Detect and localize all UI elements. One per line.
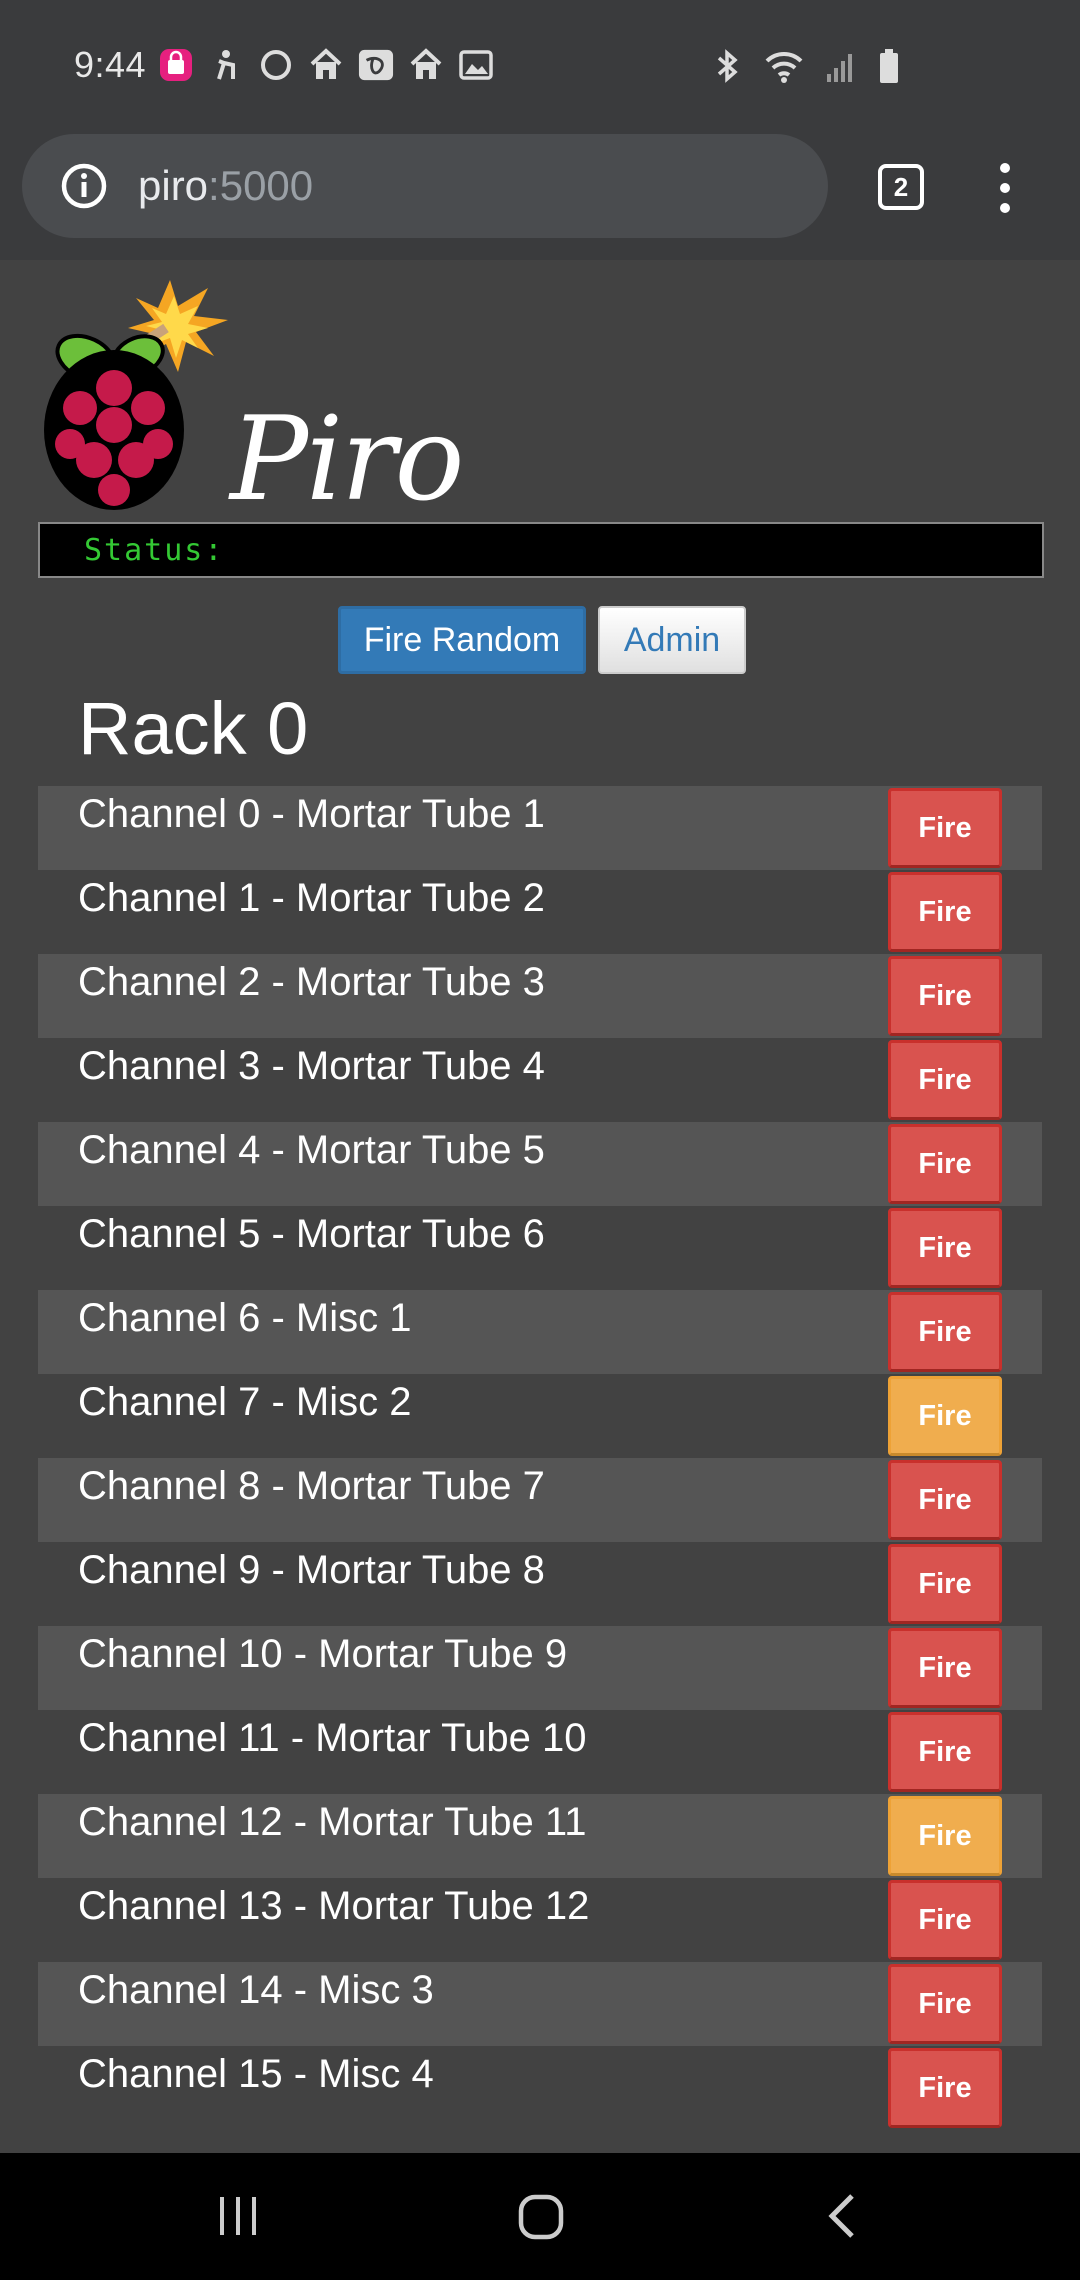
signal-icon [826,50,856,86]
channel-row: Channel 7 - Misc 2 Fire [38,1374,1042,1458]
browser-toolbar: piro:5000 2 [0,130,1080,260]
channel-label: Channel 13 - Mortar Tube 12 [78,1884,590,1928]
status-display: Status: [38,522,1044,578]
channel-label: Channel 0 - Mortar Tube 1 [78,792,545,836]
channel-label: Channel 8 - Mortar Tube 7 [78,1464,545,1508]
url-port: :5000 [208,162,314,209]
channel-label: Channel 2 - Mortar Tube 3 [78,960,545,1004]
fire-button[interactable]: Fire [888,1040,1002,1120]
disney-plus-icon [358,47,394,83]
fire-button[interactable]: Fire [888,1964,1002,2044]
channel-label: Channel 10 - Mortar Tube 9 [78,1632,568,1676]
fire-button[interactable]: Fire [888,1712,1002,1792]
url-host: piro [138,162,209,209]
address-bar[interactable]: piro:5000 [22,134,828,238]
back-icon[interactable] [822,2191,862,2241]
channel-row: Channel 12 - Mortar Tube 11 Fire [38,1794,1042,1878]
channel-row: Channel 3 - Mortar Tube 4 Fire [38,1038,1042,1122]
home-icon [408,47,444,83]
fire-button[interactable]: Fire [888,1796,1002,1876]
channel-row: Channel 13 - Mortar Tube 12 Fire [38,1878,1042,1962]
status-bar: 9:44 [0,0,1080,130]
image-icon [458,47,494,83]
channel-row: Channel 11 - Mortar Tube 10 Fire [38,1710,1042,1794]
fire-button[interactable]: Fire [888,1880,1002,1960]
home-icon [308,47,344,83]
fire-random-button[interactable]: Fire Random [338,606,586,674]
battery-icon [878,48,900,88]
channel-list: Channel 0 - Mortar Tube 1 Fire Channel 1 -… [38,786,1042,2130]
tab-switcher-button[interactable]: 2 [878,164,924,210]
more-menu-icon[interactable] [990,160,1020,216]
channel-row: Channel 5 - Mortar Tube 6 Fire [38,1206,1042,1290]
navigation-bar [0,2153,1080,2280]
fire-button[interactable]: Fire [888,1208,1002,1288]
fire-button[interactable]: Fire [888,872,1002,952]
clock: 9:44 [74,44,147,85]
info-icon[interactable] [60,162,108,210]
channel-row: Channel 2 - Mortar Tube 3 Fire [38,954,1042,1038]
rack-title: Rack 0 [78,687,309,770]
channel-row: Channel 9 - Mortar Tube 8 Fire [38,1542,1042,1626]
channel-label: Channel 3 - Mortar Tube 4 [78,1044,545,1088]
channel-label: Channel 15 - Misc 4 [78,2052,434,2096]
channel-label: Channel 12 - Mortar Tube 11 [78,1800,587,1844]
fire-button[interactable]: Fire [888,1544,1002,1624]
notification-icons [158,47,494,83]
fire-button[interactable]: Fire [888,2048,1002,2128]
circle-icon [258,47,294,83]
channel-row: Channel 4 - Mortar Tube 5 Fire [38,1122,1042,1206]
channel-row: Channel 14 - Misc 3 Fire [38,1962,1042,2046]
fire-button[interactable]: Fire [888,788,1002,868]
fire-button[interactable]: Fire [888,1124,1002,1204]
channel-row: Channel 15 - Misc 4 Fire [38,2046,1042,2130]
bag-app-icon [158,47,194,83]
fire-button[interactable]: Fire [888,1376,1002,1456]
status-label: Status: [84,532,225,568]
fire-button[interactable]: Fire [888,956,1002,1036]
channel-label: Channel 4 - Mortar Tube 5 [78,1128,545,1172]
channel-label: Channel 14 - Misc 3 [78,1968,434,2012]
channel-row: Channel 6 - Misc 1 Fire [38,1290,1042,1374]
channel-label: Channel 6 - Misc 1 [78,1296,412,1340]
channel-label: Channel 1 - Mortar Tube 2 [78,876,545,920]
logo-wordmark: Piro [230,392,464,527]
bluetooth-icon [714,48,742,88]
fire-button[interactable]: Fire [888,1292,1002,1372]
recent-apps-icon[interactable] [216,2193,262,2239]
fire-button[interactable]: Fire [888,1628,1002,1708]
channel-row: Channel 10 - Mortar Tube 9 Fire [38,1626,1042,1710]
admin-button[interactable]: Admin [598,606,746,674]
home-button-icon[interactable] [518,2193,564,2241]
channel-label: Channel 5 - Mortar Tube 6 [78,1212,545,1256]
piro-logo: Piro [38,280,464,527]
system-icons [714,48,900,88]
channel-row: Channel 1 - Mortar Tube 2 Fire [38,870,1042,954]
accessibility-icon [208,47,244,83]
channel-row: Channel 8 - Mortar Tube 7 Fire [38,1458,1042,1542]
wifi-icon [764,49,804,87]
page-content: Piro Status: Fire Random Admin Rack 0 Ch… [0,260,1080,2153]
channel-label: Channel 11 - Mortar Tube 10 [78,1716,587,1760]
fire-button[interactable]: Fire [888,1460,1002,1540]
channel-label: Channel 7 - Misc 2 [78,1380,412,1424]
action-buttons: Fire Random Admin [338,606,746,674]
channel-label: Channel 9 - Mortar Tube 8 [78,1548,545,1592]
channel-row: Channel 0 - Mortar Tube 1 Fire [38,786,1042,870]
